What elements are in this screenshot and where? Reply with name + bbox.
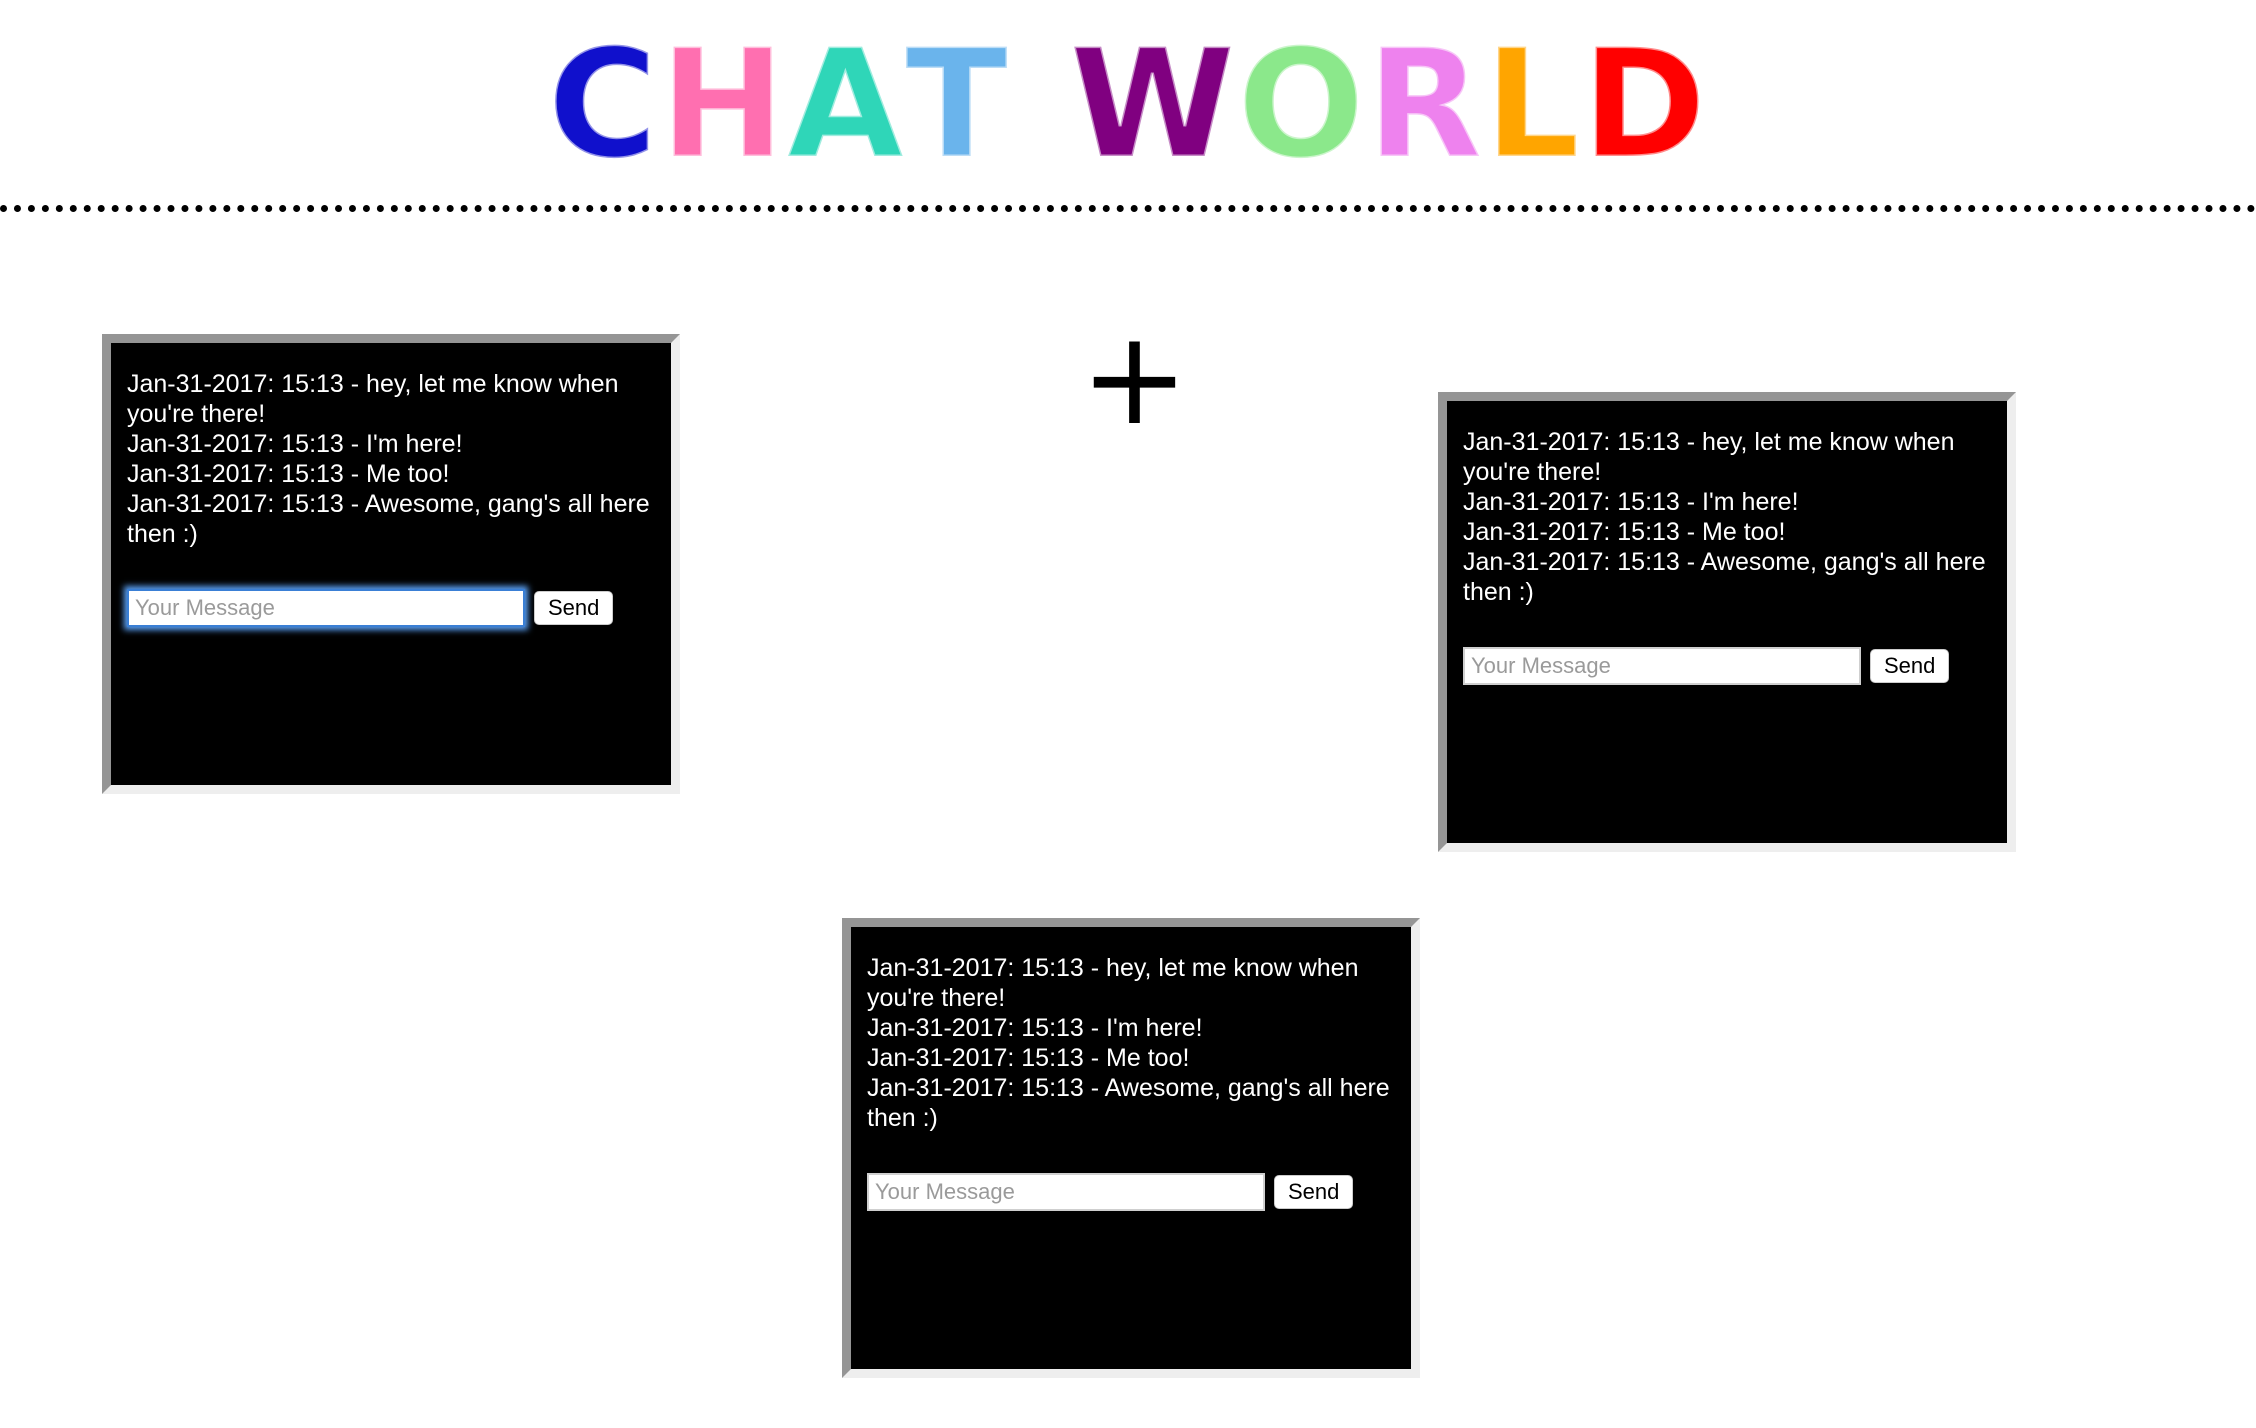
add-chat-button[interactable]: + [1080, 313, 1189, 443]
chat-message: Jan-31-2017: 15:13 - hey, let me know wh… [867, 954, 1359, 1012]
message-composer: Send [1463, 647, 1950, 685]
title-letter: W [1068, 18, 1238, 192]
chat-message: Jan-31-2017: 15:13 - Awesome, gang's all… [867, 1074, 1390, 1132]
chat-message: Jan-31-2017: 15:13 - I'm here! [1463, 488, 1799, 516]
title-letter: R [1365, 18, 1485, 192]
title-letter: C [546, 18, 660, 192]
chat-message: Jan-31-2017: 15:13 - hey, let me know wh… [127, 370, 619, 428]
send-button[interactable]: Send [534, 591, 614, 625]
chat-message: Jan-31-2017: 15:13 - Me too! [867, 1044, 1190, 1072]
title-letter: O [1236, 18, 1367, 192]
title-letter: H [658, 18, 788, 192]
chat-message: Jan-31-2017: 15:13 - Me too! [127, 460, 450, 488]
chat-message: Jan-31-2017: 15:13 - I'm here! [867, 1014, 1203, 1042]
chat-message: Jan-31-2017: 15:13 - hey, let me know wh… [1463, 428, 1955, 486]
title-letter: D [1580, 18, 1709, 192]
chat-window: Jan-31-2017: 15:13 - hey, let me know wh… [1438, 392, 2016, 852]
message-list: Jan-31-2017: 15:13 - hey, let me know wh… [1463, 427, 1993, 607]
title-letter: A [786, 18, 906, 192]
title-letter: T [904, 18, 1010, 192]
message-input[interactable] [1463, 647, 1861, 685]
message-composer: Send [867, 1173, 1354, 1211]
dotted-divider [0, 205, 2256, 212]
message-list: Jan-31-2017: 15:13 - hey, let me know wh… [127, 369, 657, 549]
message-composer: Send [127, 589, 614, 627]
send-button[interactable]: Send [1274, 1175, 1354, 1209]
chat-window: Jan-31-2017: 15:13 - hey, let me know wh… [842, 918, 1420, 1378]
message-input[interactable] [867, 1173, 1265, 1211]
message-list: Jan-31-2017: 15:13 - hey, let me know wh… [867, 953, 1397, 1133]
send-button[interactable]: Send [1870, 649, 1950, 683]
message-input[interactable] [127, 589, 525, 627]
chat-message: Jan-31-2017: 15:13 - Me too! [1463, 518, 1786, 546]
chat-window: Jan-31-2017: 15:13 - hey, let me know wh… [102, 334, 680, 794]
chat-message: Jan-31-2017: 15:13 - Awesome, gang's all… [127, 490, 650, 548]
title-letter: L [1483, 18, 1582, 192]
chat-world-title: CHAT WORLD [0, 18, 2256, 192]
chat-message: Jan-31-2017: 15:13 - Awesome, gang's all… [1463, 548, 1986, 606]
chat-message: Jan-31-2017: 15:13 - I'm here! [127, 430, 463, 458]
